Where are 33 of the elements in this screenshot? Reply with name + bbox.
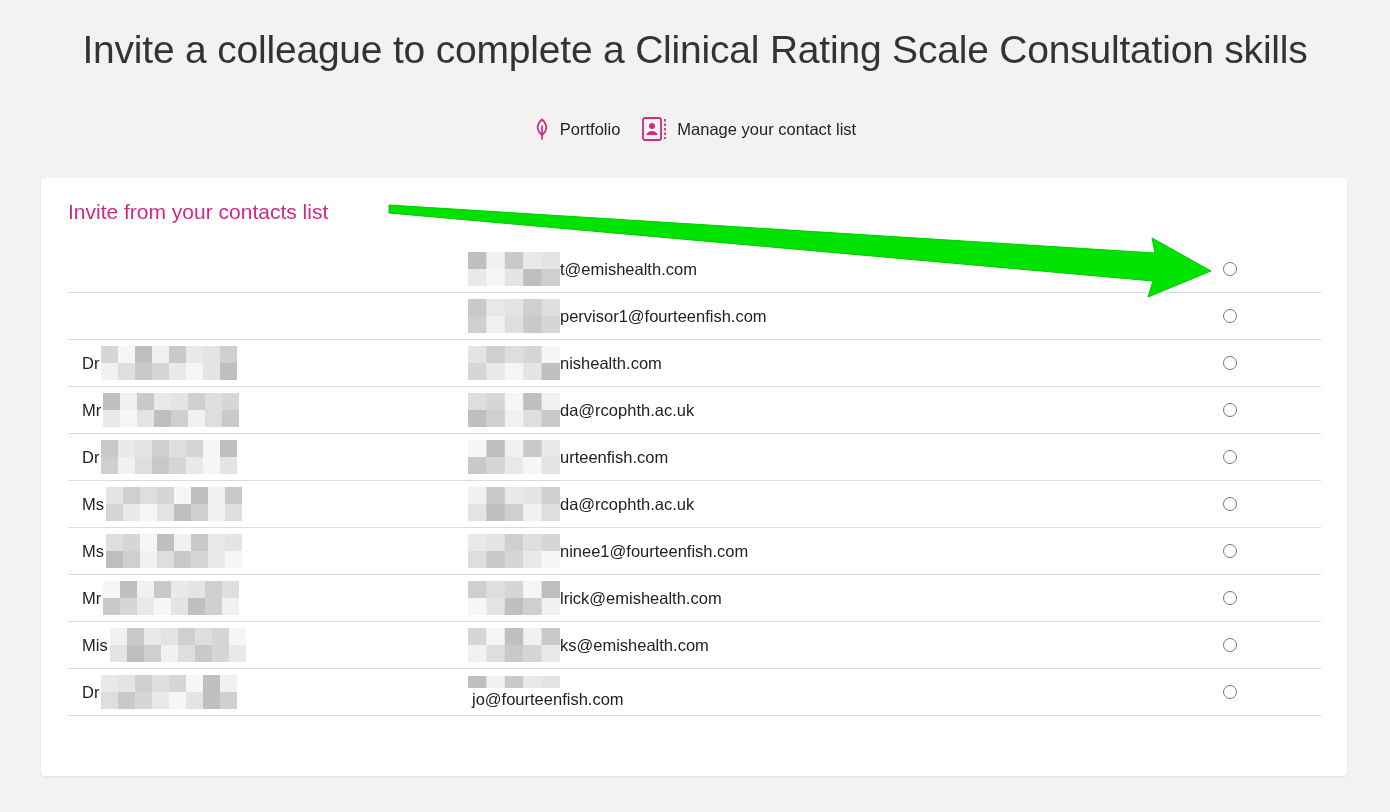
- contact-email: da@rcophth.ac.uk: [560, 494, 695, 514]
- radio-button[interactable]: [1223, 450, 1237, 464]
- contact-book-icon: [642, 117, 668, 141]
- radio-button[interactable]: [1223, 638, 1237, 652]
- contact-email: nishealth.com: [560, 353, 662, 373]
- contact-email: ks@emishealth.com: [560, 635, 709, 655]
- section-heading: Invite from your contacts list: [68, 199, 329, 225]
- contact-email: urteenfish.com: [560, 447, 669, 467]
- radio-button[interactable]: [1223, 544, 1237, 558]
- contact-title: Ms: [82, 541, 104, 561]
- contact-title: Dr: [82, 353, 100, 373]
- contact-email: t@emishealth.com: [560, 259, 697, 279]
- radio-button[interactable]: [1223, 403, 1237, 417]
- page-title: Invite a colleague to complete a Clinical Rating Scale Consultation skills: [82, 27, 1308, 73]
- contact-email: jo@fourteenfish.com: [470, 689, 624, 709]
- contact-title: Dr: [82, 682, 100, 702]
- radio-button[interactable]: [1223, 356, 1237, 370]
- nav-link[interactable]: Manage your contact list: [642, 117, 857, 141]
- radio-button[interactable]: [1223, 309, 1237, 323]
- contact-email: pervisor1@fourteenfish.com: [560, 306, 767, 326]
- contact-title: Mr: [82, 588, 102, 608]
- contact-title: Dr: [82, 447, 100, 467]
- radio-button[interactable]: [1223, 685, 1237, 699]
- contact-title: Mis: [82, 635, 108, 655]
- radio-button[interactable]: [1223, 262, 1237, 276]
- contact-email: ninee1@fourteenfish.com: [560, 541, 749, 561]
- radio-button[interactable]: [1223, 497, 1237, 511]
- radio-button[interactable]: [1223, 591, 1237, 605]
- contact-title: Ms: [82, 494, 104, 514]
- nav-link[interactable]: Portfolio: [533, 118, 621, 140]
- contact-email: da@rcophth.ac.uk: [560, 400, 695, 420]
- contact-email: lrick@emishealth.com: [560, 588, 722, 608]
- contact-title: Mr: [82, 400, 102, 420]
